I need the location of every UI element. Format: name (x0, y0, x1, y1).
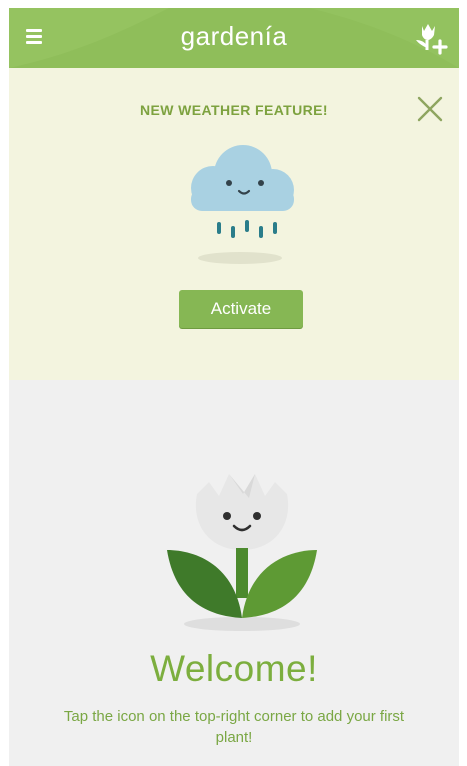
welcome-section: Welcome! Tap the icon on the top-right c… (9, 380, 459, 766)
banner-title: NEW WEATHER FEATURE! (140, 102, 328, 118)
app-title: gardenía (180, 21, 288, 51)
welcome-message: Tap the icon on the top-right corner to … (63, 708, 405, 746)
add-plant-icon[interactable] (411, 20, 449, 56)
tulip-icon (157, 454, 327, 634)
activate-button[interactable]: Activate (179, 290, 303, 328)
welcome-title: Welcome! (150, 648, 318, 689)
weather-feature-banner: NEW WEATHER FEATURE! Activate (9, 68, 459, 380)
rain-cloud-icon (177, 136, 303, 276)
app-screen: gardenía NEW WEATHER FEATURE! Activate W… (9, 8, 459, 766)
close-icon[interactable] (415, 94, 445, 124)
header-bar: gardenía (9, 8, 459, 68)
